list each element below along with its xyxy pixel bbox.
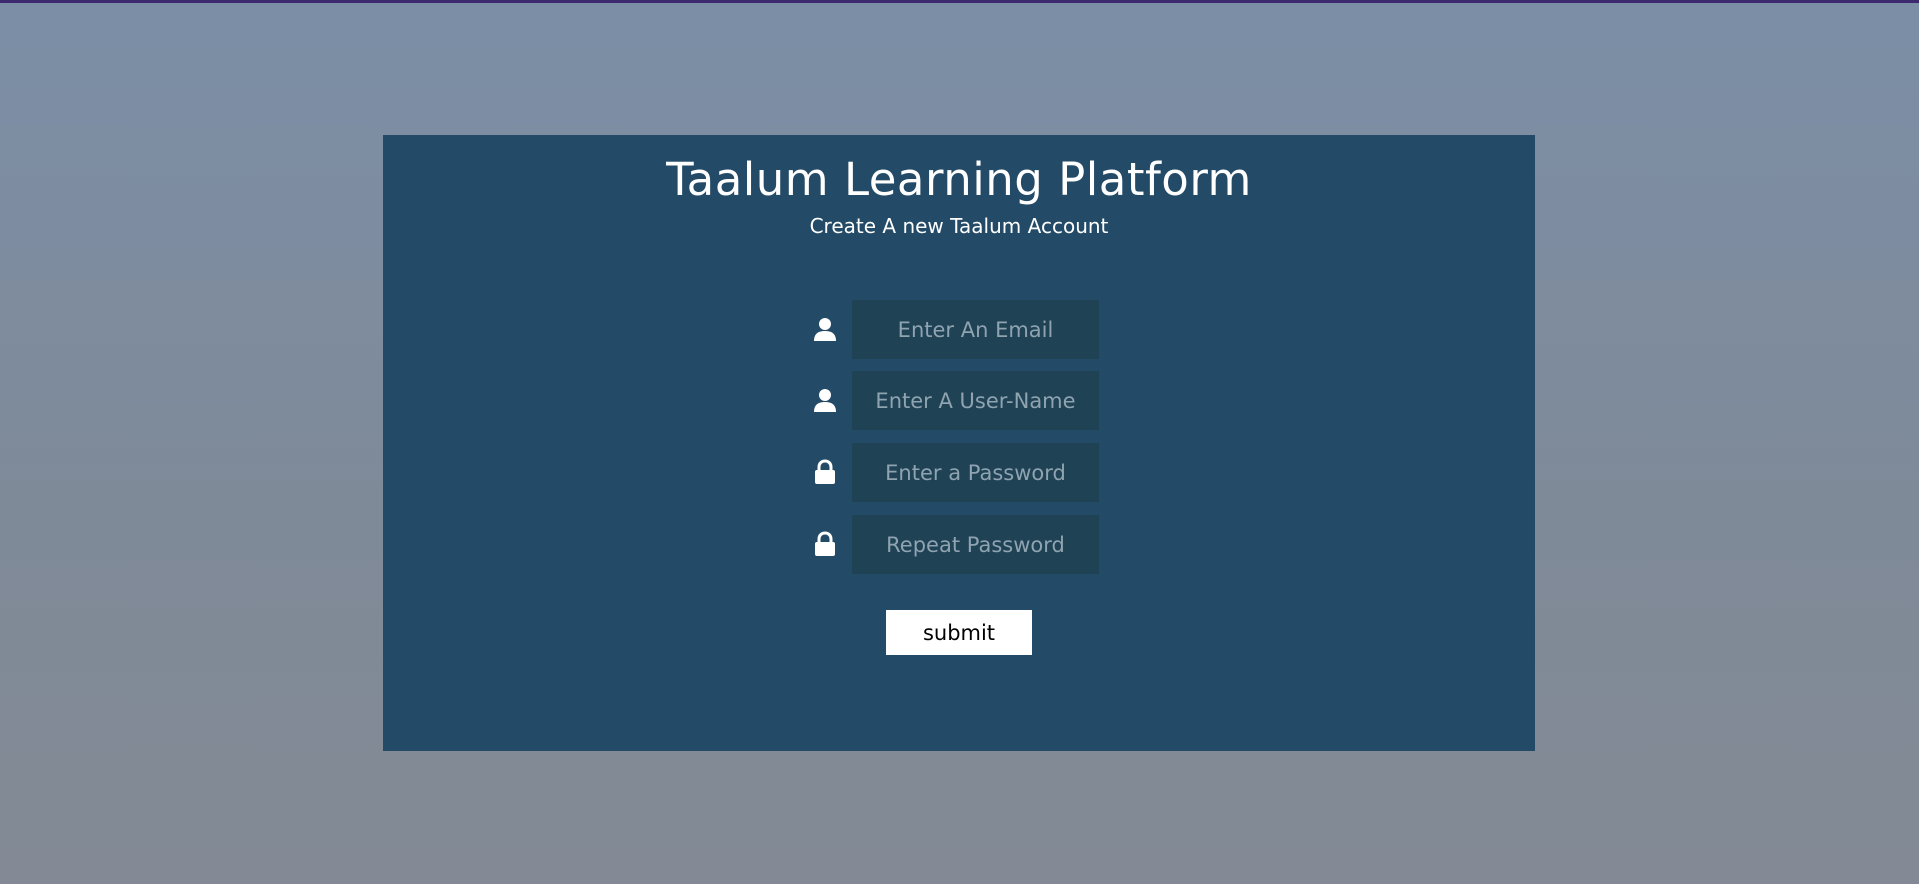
user-icon	[812, 316, 838, 342]
repeat-password-row	[812, 515, 1112, 574]
username-row	[812, 371, 1112, 430]
email-input[interactable]	[852, 300, 1099, 359]
lock-icon	[812, 531, 838, 557]
page-title: Taalum Learning Platform	[666, 153, 1252, 206]
signup-panel: Taalum Learning Platform Create A new Ta…	[383, 135, 1535, 751]
password-input[interactable]	[852, 443, 1099, 502]
repeat-password-input[interactable]	[852, 515, 1099, 574]
username-input[interactable]	[852, 371, 1099, 430]
page-subtitle: Create A new Taalum Account	[809, 214, 1109, 238]
email-row	[812, 300, 1112, 359]
password-row	[812, 443, 1112, 502]
user-icon	[812, 387, 838, 413]
lock-icon	[812, 459, 838, 485]
submit-button[interactable]: submit	[886, 610, 1032, 655]
top-accent-strip	[0, 0, 1919, 3]
